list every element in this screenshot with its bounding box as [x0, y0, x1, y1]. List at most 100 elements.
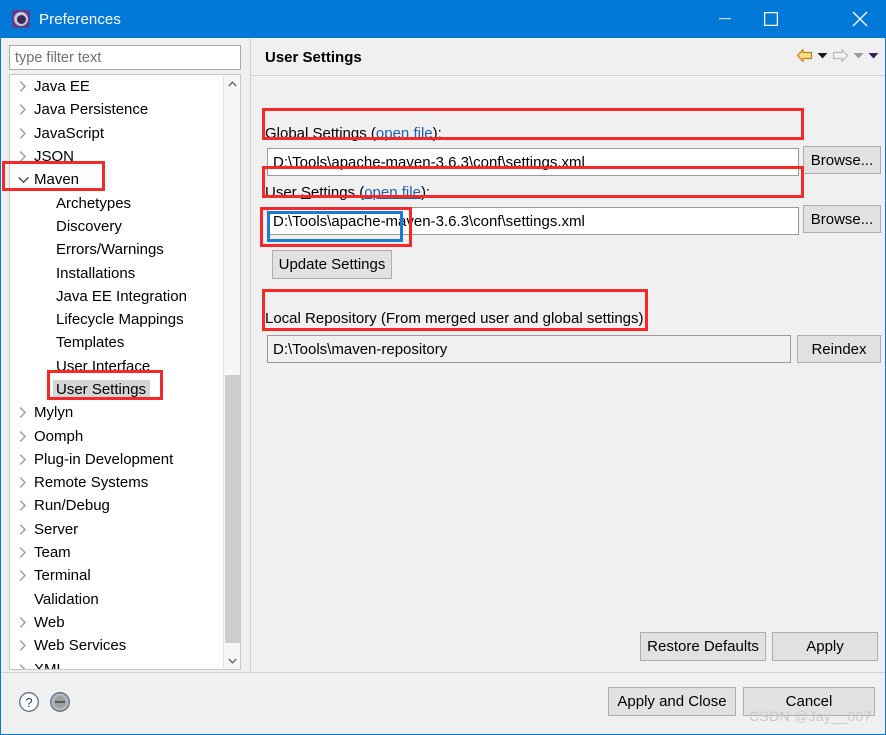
local-repository-input[interactable]	[267, 335, 791, 363]
sidebar-item-mylyn[interactable]: Mylyn	[10, 401, 223, 424]
search-input[interactable]	[9, 45, 241, 70]
sidebar-item-templates[interactable]: Templates	[10, 331, 223, 354]
sidebar-item-installations[interactable]: Installations	[10, 261, 223, 284]
sidebar-item-java-ee[interactable]: Java EE	[10, 75, 223, 98]
chevron-right-icon[interactable]	[14, 104, 32, 116]
preferences-tree[interactable]: Java EE Java Persistence JavaScript JSON Mav…	[9, 74, 241, 670]
sidebar-item-label: Installations	[56, 264, 136, 282]
forward-arrow-icon	[832, 48, 849, 63]
sidebar-item-label: Team	[34, 544, 71, 562]
global-settings-label-suffix: ):	[432, 125, 442, 142]
sidebar-item-label: Validation	[34, 590, 99, 608]
maximize-button[interactable]	[748, 0, 794, 38]
chevron-right-icon[interactable]	[14, 524, 32, 535]
apply-button[interactable]: Apply	[772, 632, 878, 661]
back-dropdown-icon[interactable]	[817, 52, 828, 59]
sidebar-item-user-settings[interactable]: User Settings	[10, 378, 223, 401]
sidebar-item-web[interactable]: Web	[10, 611, 223, 634]
chevron-down-icon[interactable]	[14, 176, 32, 184]
sidebar-item-java-persistence[interactable]: Java Persistence	[10, 98, 223, 121]
global-settings-open-file-link[interactable]: open file	[376, 125, 433, 142]
sidebar-item-label: Discovery	[56, 217, 122, 235]
user-settings-open-file-link[interactable]: open file	[364, 184, 421, 201]
restore-defaults-button[interactable]: Restore Defaults	[640, 632, 766, 661]
sidebar-item-label: Server	[34, 520, 79, 538]
sidebar-item-label: Java Persistence	[34, 101, 149, 119]
chevron-right-icon[interactable]	[14, 81, 32, 92]
browse-global-settings-button[interactable]: Browse...	[803, 146, 881, 174]
sidebar-item-label: Java EE Integration	[56, 287, 187, 305]
window-title: Preferences	[39, 10, 121, 28]
sidebar-item-archetypes[interactable]: Archetypes	[10, 191, 223, 214]
chevron-right-icon[interactable]	[14, 454, 32, 465]
sidebar-item-label: Remote Systems	[34, 474, 149, 492]
sidebar-item-label: Java EE	[34, 78, 90, 96]
sidebar-item-javascript[interactable]: JavaScript	[10, 122, 223, 145]
scroll-up-icon[interactable]	[224, 75, 240, 92]
scroll-down-icon[interactable]	[224, 652, 240, 669]
sidebar-item-label: Web Services	[34, 637, 127, 655]
chevron-right-icon[interactable]	[14, 663, 32, 669]
chevron-right-icon[interactable]	[14, 640, 32, 652]
settings-panel: User Settings Global Settings (open file…	[250, 38, 885, 672]
sidebar-item-xml[interactable]: XML	[10, 657, 223, 669]
sidebar-item-label: User Interface	[56, 357, 151, 375]
sidebar-item-discovery[interactable]: Discovery	[10, 215, 223, 238]
sidebar-item-label: Run/Debug	[34, 497, 110, 515]
sidebar-item-validation[interactable]: Validation	[10, 588, 223, 611]
page-title: User Settings	[265, 49, 362, 66]
sidebar-item-maven[interactable]: Maven	[10, 168, 223, 191]
sidebar-item-java-ee-integration[interactable]: Java EE Integration	[10, 285, 223, 308]
help-circle-icon[interactable]: ?	[18, 691, 40, 713]
sidebar-item-web-services[interactable]: Web Services	[10, 634, 223, 657]
forward-dropdown-icon	[853, 52, 864, 59]
user-settings-label-rest: ettings (	[310, 184, 365, 201]
user-settings-label-suffix: ):	[420, 184, 431, 201]
sidebar-item-json[interactable]: JSON	[10, 145, 223, 168]
sidebar-item-server[interactable]: Server	[10, 518, 223, 541]
sidebar-item-label: JavaScript	[34, 124, 105, 142]
apply-and-close-button[interactable]: Apply and Close	[608, 687, 736, 716]
sidebar-item-remote-systems[interactable]: Remote Systems	[10, 471, 223, 494]
chevron-right-icon[interactable]	[14, 151, 32, 162]
global-settings-label-mnemonic: S	[312, 125, 323, 142]
tree-scrollbar[interactable]	[223, 75, 240, 669]
tree-items-container: Java EE Java Persistence JavaScript JSON Mav…	[10, 75, 223, 669]
sidebar-item-label: JSON	[34, 148, 75, 166]
chevron-right-icon[interactable]	[14, 477, 32, 488]
global-settings-label-rest: ettings (	[322, 125, 376, 142]
reindex-button[interactable]: Reindex	[797, 335, 881, 363]
title-bar: Preferences	[1, 0, 885, 38]
sidebar-item-label: Web	[34, 613, 65, 631]
sidebar-item-label: Archetypes	[56, 194, 132, 212]
chevron-right-icon[interactable]	[14, 617, 32, 628]
sidebar-item-terminal[interactable]: Terminal	[10, 564, 223, 587]
chevron-right-icon[interactable]	[14, 547, 32, 558]
sidebar-item-user-interface[interactable]: User Interface	[10, 355, 223, 378]
sidebar-item-errors-warnings[interactable]: Errors/Warnings	[10, 238, 223, 261]
user-settings-label-prefix: User	[265, 184, 301, 201]
update-settings-button[interactable]: Update Settings	[272, 250, 392, 279]
minimize-button[interactable]	[702, 0, 748, 38]
global-settings-input[interactable]	[267, 148, 799, 176]
chevron-right-icon[interactable]	[14, 430, 32, 442]
scrollbar-thumb[interactable]	[225, 375, 240, 643]
sidebar-item-team[interactable]: Team	[10, 541, 223, 564]
view-menu-icon[interactable]	[868, 52, 879, 59]
chevron-right-icon[interactable]	[14, 407, 32, 419]
back-arrow-icon[interactable]	[796, 48, 813, 63]
chevron-right-icon[interactable]	[14, 127, 32, 139]
browse-user-settings-button[interactable]: Browse...	[803, 205, 881, 233]
user-settings-label-mnemonic: S	[300, 184, 311, 201]
gear-icon	[12, 10, 30, 28]
sidebar-item-lifecycle-mappings[interactable]: Lifecycle Mappings	[10, 308, 223, 331]
chevron-right-icon[interactable]	[14, 500, 32, 512]
sidebar-item-oomph[interactable]: Oomph	[10, 424, 223, 447]
close-button[interactable]	[835, 0, 885, 38]
restore-window-icon[interactable]	[49, 691, 71, 713]
user-settings-input[interactable]	[267, 207, 799, 235]
sidebar-item-plug-in-development[interactable]: Plug-in Development	[10, 448, 223, 471]
chevron-right-icon[interactable]	[14, 570, 32, 582]
sidebar-item-run-debug[interactable]: Run/Debug	[10, 494, 223, 517]
footer-divider-left	[1, 672, 250, 673]
